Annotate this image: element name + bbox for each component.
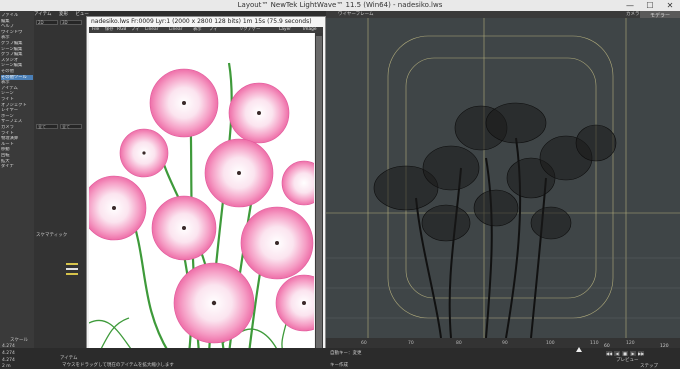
left-panel-item[interactable]: グラフ編集 (1, 52, 33, 57)
wireframe-scene (326, 18, 680, 338)
left-panel-item[interactable]: カメラ (1, 125, 33, 130)
mouse-cursor-icon (576, 347, 582, 352)
left-panel-item[interactable]: グラフ編集 (1, 41, 33, 46)
left-panel-item[interactable]: ファイル (1, 13, 33, 18)
auto-key-dropdown[interactable]: 自動キー：変更 (330, 350, 362, 356)
left-panel-item[interactable]: サーフェス (1, 119, 33, 124)
right-viewport-header: ワイヤーフレーム カメラ (326, 11, 640, 18)
rendered-image-carnations (89, 33, 314, 355)
yellow-marker-2 (66, 273, 78, 275)
render-display-window: nadesiko.lws Fr:0009 Lyr:1 (2000 x 2800 … (86, 16, 326, 358)
play-back-icon[interactable]: ◀ (614, 351, 620, 356)
play-icon[interactable]: ▶ (630, 351, 636, 356)
ruler-tick: 80 (456, 341, 462, 346)
schematic-label[interactable]: スケマティック (36, 232, 67, 238)
close-button[interactable]: ✕ (660, 0, 680, 11)
left-panel-item[interactable]: ボーン (1, 114, 33, 119)
yellow-marker (66, 263, 78, 265)
render-scrollbar[interactable] (315, 33, 323, 355)
create-key-button[interactable]: キー作成 (330, 362, 348, 368)
left-panel-item[interactable]: ライト (1, 97, 33, 102)
mid-field-1[interactable]: 2D (36, 20, 58, 25)
frame-end[interactable]: 120 (660, 344, 669, 349)
tab-modify[interactable]: 変形 (59, 11, 68, 17)
step-label: ステップ (640, 364, 658, 369)
left-panel-item[interactable]: 回転 (1, 153, 33, 158)
left-panel-item[interactable]: 移動 (1, 147, 33, 152)
ruler-tick: 70 (408, 341, 414, 346)
left-panel-item[interactable]: シーン編集 (1, 63, 33, 68)
window-title: Layout™ NewTek LightWave™ 11.5 (Win64) -… (237, 1, 443, 9)
ruler-tick: 90 (502, 341, 508, 346)
scale-label: スケール (10, 338, 28, 343)
preview-button[interactable]: プレビュー (616, 357, 639, 363)
left-panel-item[interactable]: 編集 (1, 19, 33, 24)
frame-start[interactable]: 60 (604, 344, 610, 349)
left-panel-item[interactable]: その他ツール (1, 74, 33, 80)
carnation-render (89, 62, 314, 355)
timeline-ruler[interactable]: 60 70 80 90 100 110 120 (326, 338, 680, 348)
left-panel-item[interactable]: スタジオ (1, 58, 33, 63)
rewind-icon[interactable]: ◀◀ (606, 351, 612, 356)
left-panel-item[interactable]: シーン (1, 91, 33, 96)
scale-value-y[interactable]: 4.274 (2, 351, 15, 356)
left-panel-item[interactable]: アイテム (1, 86, 33, 91)
left-panel-item[interactable]: ウインドウ (1, 30, 33, 35)
maximize-button[interactable]: ☐ (640, 0, 660, 11)
camera-viewport[interactable] (326, 18, 680, 338)
viewport-mode-label[interactable]: ワイヤーフレーム (338, 11, 373, 18)
left-toolbar: ファイル 編集 ヘルプ ウインドウ 表示 グラフ編集 シーン編集 グラフ編集 スタジオ シーン編集… (0, 11, 34, 369)
left-panel-item[interactable]: その他 (1, 69, 33, 74)
secondary-toolbar (34, 11, 89, 369)
left-panel-item[interactable]: 物理演算 (1, 136, 33, 141)
mid-field-3[interactable]: 全て (36, 124, 58, 129)
left-panel-item[interactable]: ヘルプ (1, 24, 33, 29)
minimize-button[interactable]: — (620, 0, 640, 11)
scale-value-x[interactable]: 4.274 (2, 344, 15, 349)
left-panel-item[interactable]: ルート (1, 142, 33, 147)
mid-field-2[interactable]: 3D (60, 20, 82, 25)
ruler-tick: 120 (626, 341, 635, 346)
ruler-tick: 110 (590, 341, 599, 346)
status-message: マウスをドラッグして現在のアイテムを拡大縮小します (62, 363, 174, 368)
stop-icon[interactable]: ■ (622, 351, 628, 356)
render-scrollbar-thumb[interactable] (316, 36, 322, 351)
render-window-title: nadesiko.lws Fr:0009 Lyr:1 (2000 x 2800 … (87, 17, 325, 27)
window-title-bar: Layout™ NewTek LightWave™ 11.5 (Win64) -… (0, 0, 680, 11)
left-panel-item[interactable]: シーン編集 (1, 47, 33, 52)
left-panel-item[interactable]: 表示 (1, 80, 33, 85)
left-panel-item[interactable]: オブジェクト (1, 103, 33, 108)
mid-field-4[interactable]: 全て (60, 124, 82, 129)
scale-value-z[interactable]: 4.274 (2, 358, 15, 363)
fast-forward-icon[interactable]: ▶▶ (638, 351, 644, 356)
viewport-camera-label[interactable]: カメラ (626, 11, 640, 18)
grid-step-label: 2 m (2, 364, 11, 369)
item-label: アイテム (60, 356, 78, 361)
ruler-tick: 60 (361, 341, 367, 346)
tab-items[interactable]: アイテム (34, 11, 52, 17)
left-panel-item[interactable]: ライト (1, 131, 33, 136)
white-marker (66, 268, 78, 270)
left-panel-item[interactable]: 表示 (1, 35, 33, 40)
left-panel-item[interactable]: レイヤー (1, 108, 33, 113)
left-panel-item[interactable]: ダイナ (1, 164, 33, 169)
left-panel-item[interactable]: 拡大 (1, 159, 33, 164)
ruler-tick: 100 (546, 341, 555, 346)
